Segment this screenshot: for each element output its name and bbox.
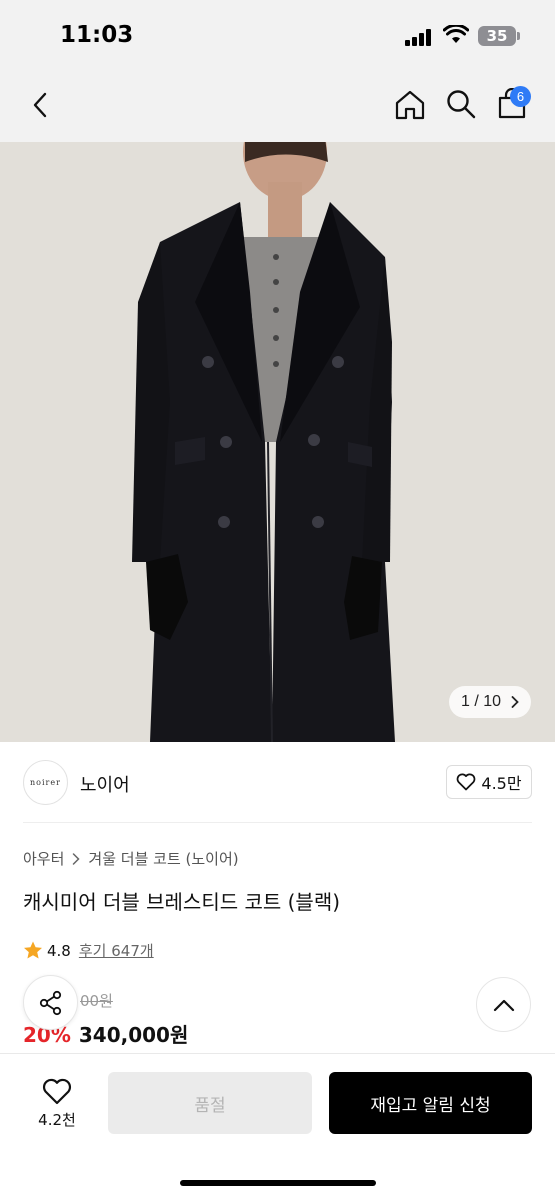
status-time: 11:03 — [60, 22, 134, 48]
wifi-icon — [443, 25, 469, 43]
cart-count-badge: 6 — [510, 86, 531, 107]
chevron-right-icon — [511, 696, 519, 708]
soldout-button[interactable]: 품절 — [108, 1072, 312, 1134]
rating-row: 4.8 후기 647개 — [23, 940, 154, 961]
status-bar: 11:03 35 — [0, 0, 555, 70]
brand-name[interactable]: 노이어 — [80, 771, 130, 797]
brand-logo[interactable]: noirer — [23, 760, 68, 805]
nav-bar — [0, 70, 555, 142]
coat-photo — [0, 142, 555, 742]
heart-icon — [457, 773, 476, 791]
product-image[interactable] — [0, 142, 555, 742]
signal-icon — [405, 28, 433, 46]
wishlist-count: 4.2천 — [38, 1111, 76, 1129]
battery-tip — [517, 32, 520, 40]
breadcrumb-item-subcategory[interactable]: 겨울 더블 코트 (노이어) — [88, 848, 238, 869]
review-link[interactable]: 후기 647개 — [79, 940, 154, 961]
brand-like-button[interactable]: 4.5만 — [446, 765, 532, 799]
home-icon[interactable] — [393, 88, 427, 122]
image-counter[interactable]: 1 / 10 — [449, 686, 531, 718]
breadcrumb-item-category[interactable]: 아우터 — [23, 848, 64, 869]
brand-like-count: 4.5만 — [481, 774, 522, 793]
search-icon[interactable] — [445, 88, 477, 120]
rating-value: 4.8 — [47, 941, 71, 960]
battery-icon: 35 — [478, 26, 516, 46]
back-chevron-icon[interactable] — [26, 90, 56, 120]
share-button[interactable] — [23, 975, 78, 1030]
original-price: 00원 — [80, 992, 113, 1010]
chevron-up-icon — [493, 999, 514, 1011]
product-title: 캐시미어 더블 브레스티드 코트 (블랙) — [23, 890, 341, 914]
heart-icon — [42, 1078, 72, 1105]
wishlist-button[interactable]: 4.2천 — [22, 1073, 92, 1135]
image-counter-text: 1 / 10 — [460, 693, 502, 710]
home-indicator — [180, 1180, 376, 1186]
restock-alert-button[interactable]: 재입고 알림 신청 — [329, 1072, 532, 1134]
chevron-right-icon — [73, 852, 80, 865]
breadcrumb: 아우터 겨울 더블 코트 (노이어) — [23, 848, 239, 869]
divider — [23, 822, 532, 823]
share-icon — [39, 990, 61, 1015]
scroll-to-top-button[interactable] — [476, 977, 531, 1032]
sale-price: 340,000원 — [78, 1023, 189, 1047]
star-icon — [24, 941, 42, 959]
